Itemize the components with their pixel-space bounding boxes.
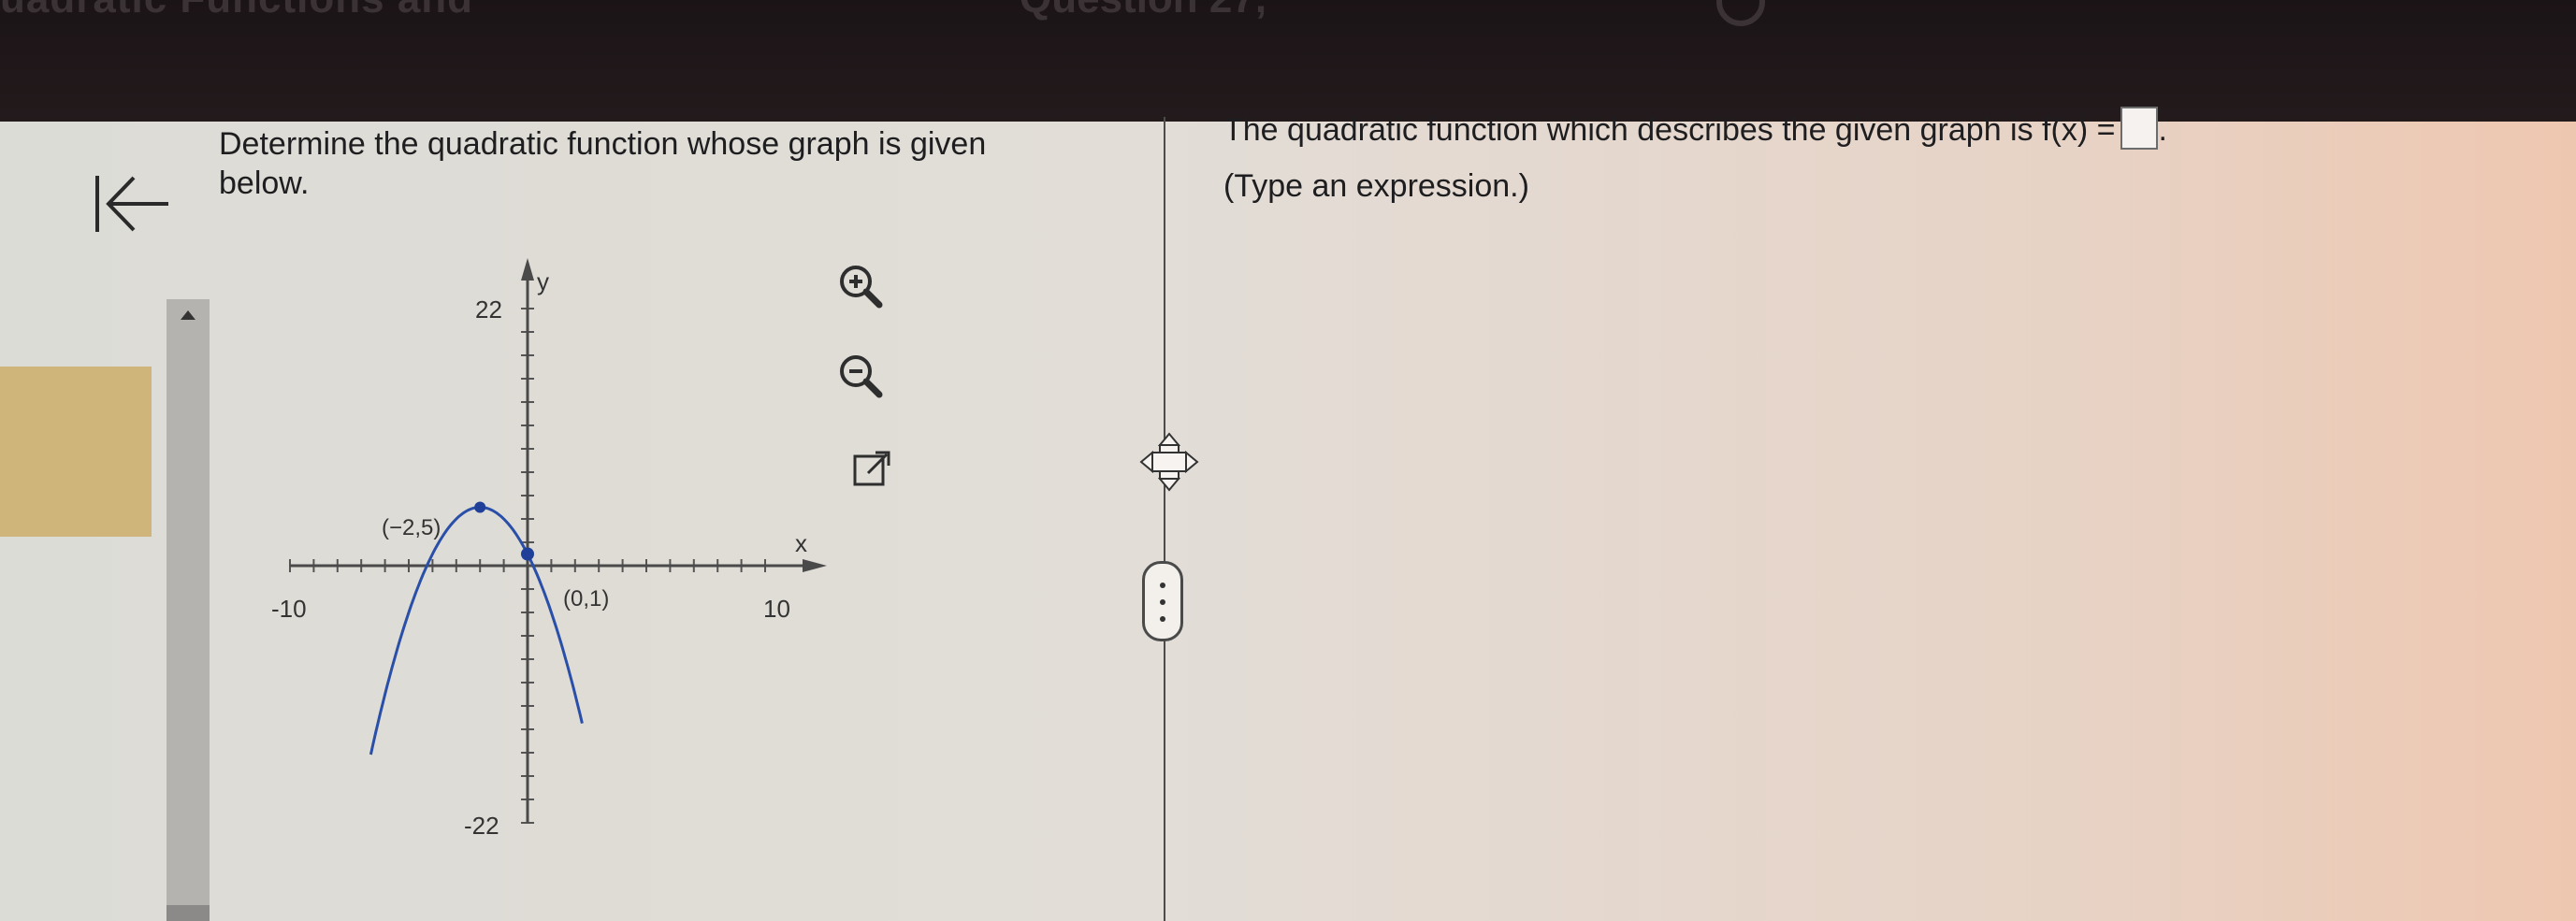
question-text-line1: Determine the quadratic function whose g…	[219, 126, 987, 162]
question-text: Determine the quadratic function whose g…	[219, 124, 1061, 203]
y-min-tick-label: -22	[464, 812, 499, 840]
handle-dot	[1160, 583, 1165, 588]
answer-input-box[interactable]	[2120, 107, 2159, 150]
handle-dot	[1160, 599, 1165, 605]
question-label: Question 27,	[1020, 0, 1266, 22]
move-cursor-icon	[1139, 432, 1199, 492]
top-header-bar: uadratic Functions and Question 27,	[0, 0, 2576, 122]
back-to-first-icon[interactable]	[92, 166, 176, 241]
quadratic-graph: x y 22 -22 -10 10 (−2,5) (0,1)	[271, 258, 827, 840]
answer-prompt: The quadratic function which describes t…	[1223, 112, 2116, 148]
question-text-line2: below.	[219, 165, 310, 201]
answer-period: .	[2158, 112, 2167, 148]
y-axis-label: y	[537, 267, 549, 295]
side-panel-highlight	[0, 367, 152, 537]
scroll-up-arrow-icon[interactable]	[181, 310, 195, 320]
vertex-label: (−2,5)	[382, 515, 441, 540]
x-axis-label: x	[795, 529, 807, 557]
y-intercept-label: (0,1)	[563, 586, 609, 612]
zoom-in-icon[interactable]	[832, 258, 889, 314]
assignment-title: uadratic Functions and	[0, 0, 473, 22]
y-intercept-point	[521, 547, 534, 561]
scrollbar-thumb[interactable]	[166, 905, 210, 921]
pane-divider[interactable]	[1164, 117, 1165, 921]
x-axis-arrow-icon	[803, 559, 827, 572]
y-axis-arrow-icon	[521, 258, 534, 281]
scrollbar-track[interactable]	[166, 299, 210, 921]
parabola-curve	[369, 505, 584, 756]
answer-prompt-line: The quadratic function which describes t…	[1223, 107, 2167, 150]
answer-hint: (Type an expression.)	[1223, 168, 1529, 204]
x-min-tick-label: -10	[271, 595, 307, 623]
x-max-tick-label: 10	[763, 595, 790, 623]
vertex-point	[474, 501, 486, 513]
handle-dot	[1160, 616, 1165, 622]
zoom-out-icon[interactable]	[832, 348, 889, 404]
progress-ring-icon	[1716, 0, 1765, 26]
open-in-new-window-icon[interactable]	[849, 447, 896, 494]
y-max-tick-label: 22	[475, 295, 502, 324]
pane-resize-handle[interactable]	[1142, 561, 1183, 641]
